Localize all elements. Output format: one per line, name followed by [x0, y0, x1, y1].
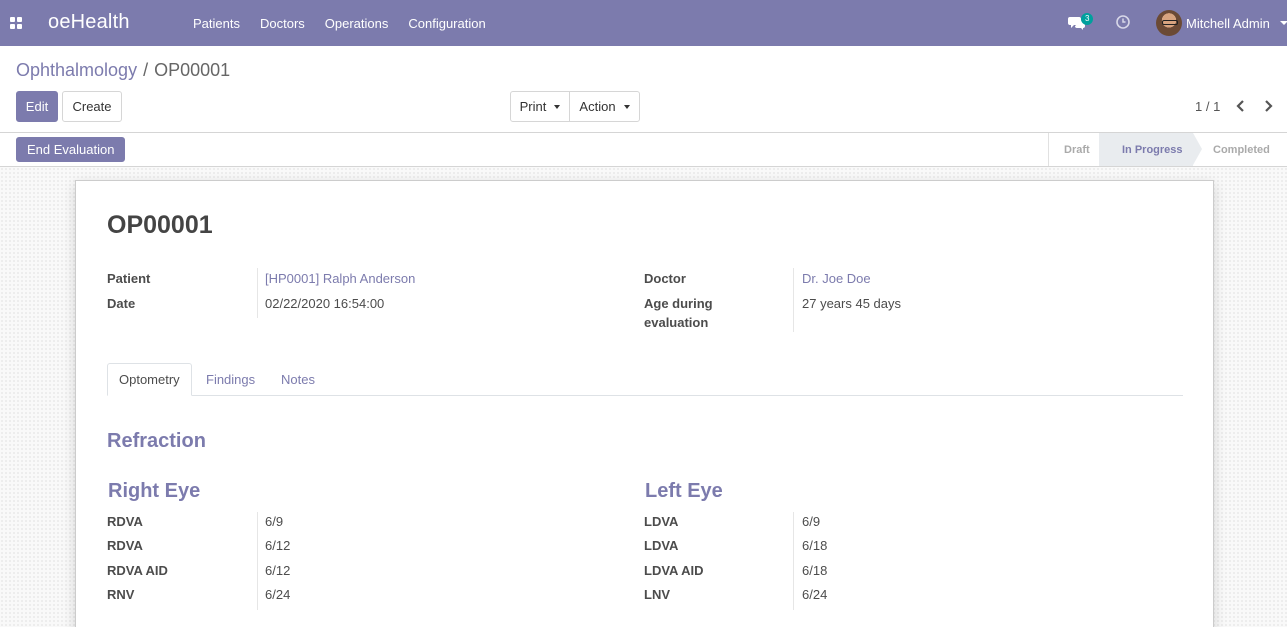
left-eye-label: LNV: [644, 587, 670, 602]
avatar[interactable]: [1156, 10, 1182, 36]
right-eye-value: 6/24: [265, 587, 291, 602]
menu-item-patients[interactable]: Patients: [183, 16, 250, 31]
print-label: Print: [519, 99, 547, 114]
right-eye-value: 6/12: [265, 538, 291, 553]
status-bar: End Evaluation Draft In Progress Complet…: [0, 133, 1287, 167]
left-eye-label: LDVA AID: [644, 563, 704, 578]
record-title: OP00001: [107, 211, 213, 239]
breadcrumb: Ophthalmology / OP00001: [16, 60, 230, 81]
section-title-refraction: Refraction: [107, 430, 206, 452]
edit-button[interactable]: Edit: [16, 91, 58, 122]
apps-menu-icon[interactable]: [10, 17, 22, 29]
field-separator: [257, 268, 258, 318]
right-eye-value: 6/12: [265, 563, 291, 578]
tab-optometry[interactable]: Optometry: [107, 363, 192, 396]
action-dropdown-button[interactable]: Action: [569, 91, 640, 122]
field-separator: [793, 512, 794, 610]
stage-pipeline: Draft In Progress Completed: [1048, 133, 1287, 166]
breadcrumb-current: OP00001: [154, 60, 231, 80]
tab-findings[interactable]: Findings: [206, 363, 255, 396]
stage-draft[interactable]: Draft: [1048, 133, 1109, 166]
pager-value[interactable]: 1 / 1: [1195, 99, 1220, 114]
doctor-value[interactable]: Dr. Joe Doe: [802, 269, 871, 288]
breadcrumb-separator: /: [143, 60, 149, 80]
left-eye-title: Left Eye: [645, 480, 723, 502]
brand-name[interactable]: oeHealth: [48, 11, 130, 34]
main-menu: Patients Doctors Operations Configuratio…: [183, 0, 496, 46]
caret-down-icon: [554, 104, 561, 109]
doctor-label: Doctor: [644, 271, 686, 286]
left-eye-label: LDVA: [644, 538, 679, 553]
field-separator: [257, 512, 258, 610]
left-eye-value: 6/18: [802, 538, 828, 553]
age-label-line2: evaluation: [644, 315, 709, 330]
age-label-line1: Age during: [644, 296, 713, 311]
right-eye-title: Right Eye: [108, 480, 201, 502]
end-evaluation-button[interactable]: End Evaluation: [16, 137, 126, 162]
patient-value[interactable]: [HP0001] Ralph Anderson: [265, 269, 415, 288]
left-eye-value: 6/18: [802, 563, 828, 578]
notebook-tabs: Optometry Findings Notes: [107, 363, 1183, 396]
field-separator: [793, 268, 794, 332]
date-value: 02/22/2020 16:54:00: [265, 296, 385, 311]
menu-item-operations[interactable]: Operations: [315, 16, 399, 31]
patient-label: Patient: [107, 271, 151, 286]
print-dropdown-button[interactable]: Print: [510, 91, 570, 122]
right-eye-value: 6/9: [265, 514, 284, 529]
form-sheet: OP00001 Patient [HP0001] Ralph Anderson …: [75, 180, 1214, 627]
stage-completed[interactable]: Completed: [1193, 133, 1287, 166]
right-eye-label: RDVA AID: [107, 563, 168, 578]
user-dropdown-caret-icon[interactable]: [1280, 21, 1287, 25]
caret-down-icon: [623, 104, 630, 109]
menu-item-doctors[interactable]: Doctors: [250, 16, 315, 31]
left-eye-label: LDVA: [644, 514, 679, 529]
user-name[interactable]: Mitchell Admin: [1186, 16, 1270, 31]
right-eye-label: RDVA: [107, 538, 143, 553]
chevron-right-icon[interactable]: [1261, 98, 1275, 114]
left-eye-value: 6/24: [802, 587, 828, 602]
age-value: 27 years 45 days: [802, 296, 902, 311]
create-button[interactable]: Create: [62, 91, 122, 122]
action-label: Action: [579, 99, 616, 114]
date-label: Date: [107, 296, 136, 311]
stage-in-progress[interactable]: In Progress: [1099, 133, 1202, 166]
right-eye-label: RDVA: [107, 514, 143, 529]
chat-badge: 3: [1081, 13, 1094, 25]
top-navbar: oeHealth Patients Doctors Operations Con…: [0, 0, 1287, 46]
age-label: Age during evaluation: [644, 294, 713, 332]
tab-notes[interactable]: Notes: [281, 363, 315, 396]
clock-icon[interactable]: [1116, 15, 1130, 29]
chevron-left-icon[interactable]: [1234, 98, 1248, 114]
left-eye-value: 6/9: [802, 514, 821, 529]
breadcrumb-parent[interactable]: Ophthalmology: [16, 60, 137, 80]
right-eye-label: RNV: [107, 587, 135, 602]
menu-item-configuration[interactable]: Configuration: [398, 16, 495, 31]
